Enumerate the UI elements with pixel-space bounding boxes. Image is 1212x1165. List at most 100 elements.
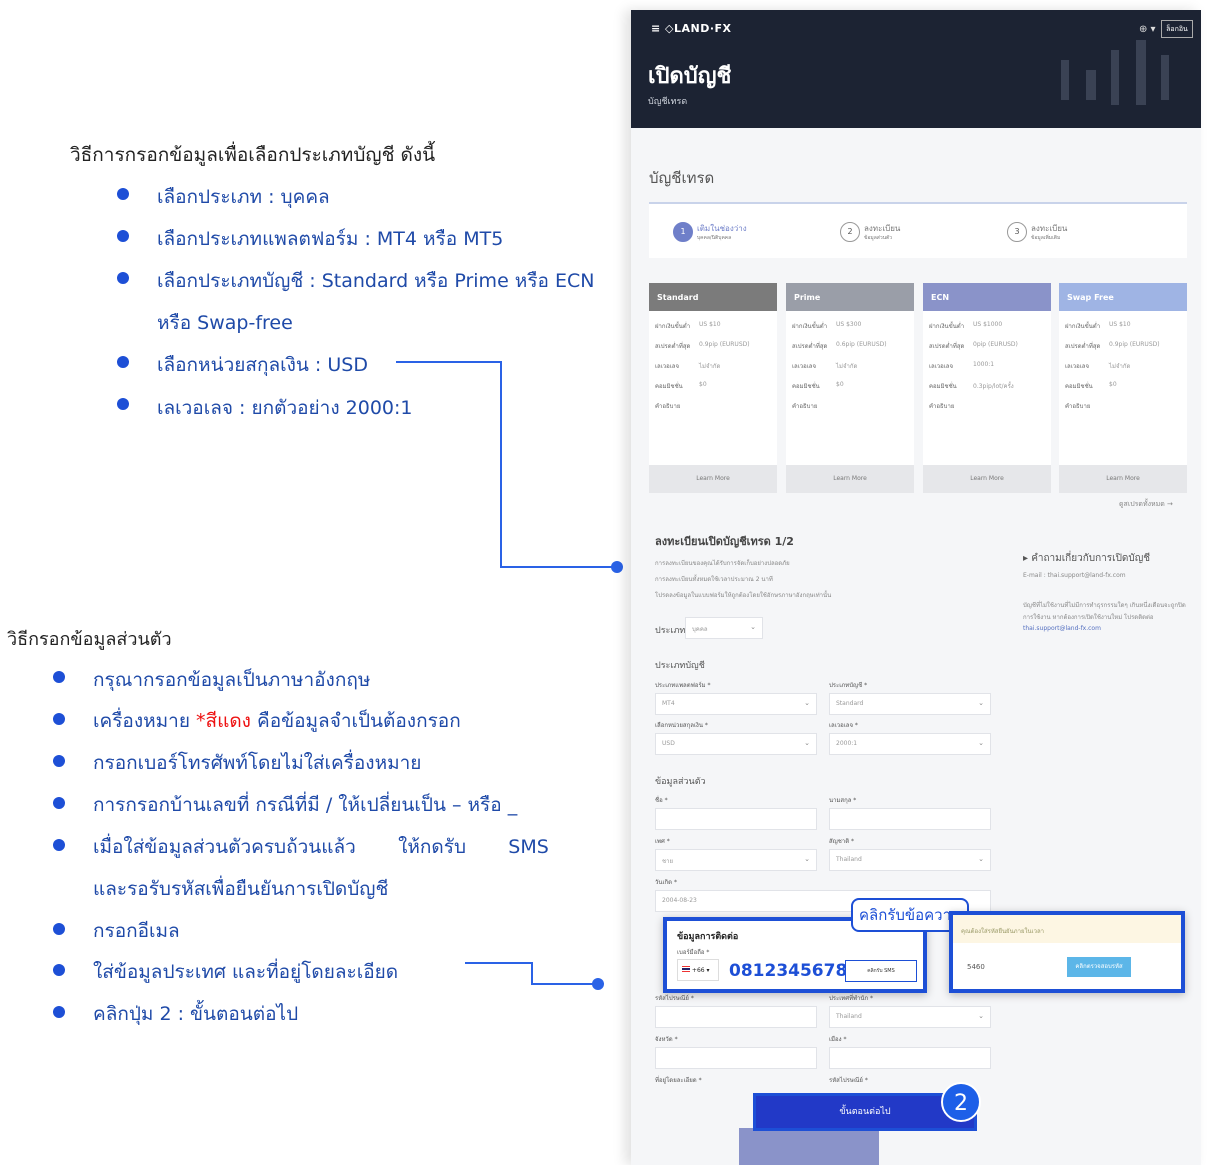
account-row-label: สเปรดต่ำที่สุด	[655, 343, 691, 350]
account-row-value: US $1000	[973, 321, 1003, 328]
bullet-dot	[53, 839, 65, 851]
bullet-dot	[53, 713, 65, 725]
field-label: วันเกิด *	[655, 879, 677, 886]
bullet-dot	[117, 398, 129, 410]
verification-popup: คุณต้องใส่รหัสยืนยันภายในเวลา 5460 คลิกต…	[949, 911, 1185, 993]
step-1-icon: 1	[673, 222, 693, 242]
account-row-value: 0.3pip/lot/ครั้ง	[973, 383, 1014, 390]
account-row-value: 0pip (EURUSD)	[973, 341, 1018, 348]
phone-input[interactable]: 0812345678	[729, 961, 847, 981]
country-select[interactable]: Thailand ⌄	[829, 1006, 991, 1028]
step-sublabel: ข้อมูลส่วนตัว	[864, 235, 893, 241]
field-label: เลเวอเลจ *	[829, 722, 858, 729]
faq-email[interactable]: E-mail : thai.support@land-fx.com	[1023, 572, 1126, 579]
account-row-label: ฝากเงินขั้นต่ำ	[1065, 323, 1101, 330]
section1-heading: วิธีการกรอกข้อมูลเพื่อเลือกประเภทบัญชี ด…	[70, 144, 436, 166]
account-row-value: $0	[699, 381, 707, 388]
account-card-title: Swap Free	[1059, 283, 1187, 311]
account-row-label: คำอธิบาย	[655, 403, 681, 410]
field-label: เบอร์มือถือ *	[677, 949, 710, 956]
learn-more-button[interactable]: Learn More	[649, 465, 777, 493]
account-row-value: 0.9pip (EURUSD)	[699, 341, 750, 348]
instruction-item: เลือกประเภทบัญชี : Standard หรือ Prime ห…	[157, 270, 595, 292]
personal-heading: ข้อมูลส่วนตัว	[655, 777, 706, 787]
sms-button[interactable]: คลิกรับ SMS	[845, 960, 917, 982]
learn-more-button[interactable]: Learn More	[786, 465, 914, 493]
section-title: บัญชีเทรด	[649, 169, 715, 187]
field-label: รหัสไปรษณีย์ *	[655, 995, 694, 1002]
thai-flag-icon	[682, 966, 690, 972]
instruction-item: เลเวอเลจ : ยกตัวอย่าง 2000:1	[157, 397, 413, 419]
compare-link[interactable]: ดูสเปรดทั้งหมด →	[1119, 499, 1173, 510]
bullet-dot	[53, 671, 65, 683]
field-label: เลือกหน่วยสกุลเงิน *	[655, 722, 708, 729]
bullet-dot	[53, 923, 65, 935]
red-asterisk-text: *สีแดง	[196, 710, 251, 732]
currency-select[interactable]: USD ⌄	[655, 733, 817, 755]
globe-icon[interactable]: ⊕ ▾	[1139, 24, 1156, 35]
registration-note: การลงทะเบียนของคุณได้รับการจัดเก็บอย่างป…	[655, 560, 790, 567]
field-label: สัญชาติ *	[829, 838, 855, 845]
instruction-text: คือข้อมูลจำเป็นต้องกรอก	[257, 710, 461, 732]
account-row-label: เลเวอเลจ	[1065, 363, 1089, 370]
bullet-dot	[117, 272, 129, 284]
lastname-input[interactable]	[829, 808, 991, 830]
account-card-title: Prime	[786, 283, 914, 311]
type-select[interactable]: บุคคล ⌄	[685, 617, 763, 639]
step-sublabel: บุคคล/นิติบุคคล	[697, 235, 732, 241]
instruction-item: เลือกประเภทแพลตฟอร์ม : MT4 หรือ MT5	[157, 228, 504, 250]
account-row-label: คำอธิบาย	[792, 403, 818, 410]
account-row-label: ฝากเงินขั้นต่ำ	[929, 323, 965, 330]
faq-note: บัญชีที่ไม่ใช้งานที่ไม่มีการทำธุรกรรมใดๆ…	[1023, 602, 1186, 621]
instruction-item: หรือ Swap-free	[157, 312, 293, 334]
account-card-prime[interactable]: Prime ฝากเงินขั้นต่ำ US $300 สเปรดต่ำที่ส…	[786, 283, 914, 493]
step-2-icon: 2	[840, 222, 860, 242]
account-row-label: ฝากเงินขั้นต่ำ	[655, 323, 691, 330]
verify-code-button[interactable]: คลิกตรวจสอบรหัส	[1067, 957, 1131, 977]
bullet-dot	[53, 1006, 65, 1018]
phone-code-select[interactable]: +66 ▾	[677, 959, 719, 981]
login-button[interactable]: ล็อกอิน	[1161, 20, 1193, 38]
account-row-value: $0	[836, 381, 844, 388]
field-label: นามสกุล *	[829, 797, 857, 804]
account-card-standard[interactable]: Standard ฝากเงินขั้นต่ำ US $10 สเปรดต่ำที…	[649, 283, 777, 493]
instruction-item: คลิกปุ่ม 2 : ขั้นตอนต่อไป	[93, 1003, 299, 1025]
header-bar: ≡ ◇LAND·FX ⊕ ▾ ล็อกอิน เปิดบัญชี บัญชีเท…	[631, 10, 1201, 128]
gender-select[interactable]: ชาย ⌄	[655, 849, 817, 871]
instruction-item: เครื่องหมาย *สีแดง คือข้อมูลจำเป็นต้องกร…	[93, 706, 461, 736]
verify-code-input[interactable]: 5460	[967, 963, 985, 971]
province-input[interactable]	[655, 1047, 817, 1069]
platform-select[interactable]: MT4 ⌄	[655, 693, 817, 715]
progress-steps: 1 เติมในช่องว่าง บุคคล/นิติบุคคล 2 ลงทะเ…	[649, 202, 1187, 258]
account-row-label: สเปรดต่ำที่สุด	[929, 343, 965, 350]
instruction-item: การกรอกบ้านเลขที่ กรณีที่มี / ให้เปลี่ยน…	[93, 794, 518, 816]
step-3-icon: 3	[1007, 222, 1027, 242]
account-type-select[interactable]: Standard ⌄	[829, 693, 991, 715]
step-sublabel: ข้อมูลเพิ่มเติม	[1031, 235, 1061, 241]
field-label: ประเภทบัญชี *	[829, 682, 868, 689]
bullet-dot	[117, 188, 129, 200]
land-fx-logo[interactable]: ≡ ◇LAND·FX	[651, 22, 732, 35]
learn-more-button[interactable]: Learn More	[1059, 465, 1187, 493]
account-row-label: เลเวอเลจ	[929, 363, 953, 370]
bullet-dot	[53, 797, 65, 809]
account-row-label: คำอธิบาย	[1065, 403, 1091, 410]
faq-email-link[interactable]: thai.support@land-fx.com	[1023, 625, 1101, 632]
account-card-title: Standard	[649, 283, 777, 311]
learn-more-button[interactable]: Learn More	[923, 465, 1051, 493]
instruction-item: เมื่อใส่ข้อมูลส่วนตัวครบถ้วนแล้ว ให้กดรั…	[93, 836, 549, 858]
leverage-select[interactable]: 2000:1 ⌄	[829, 733, 991, 755]
firstname-input[interactable]	[655, 808, 817, 830]
field-label: เมือง *	[829, 1036, 847, 1043]
contact-title: ข้อมูลการติดต่อ	[677, 932, 739, 942]
nationality-select[interactable]: Thailand ⌄	[829, 849, 991, 871]
account-card-ecn[interactable]: ECN ฝากเงินขั้นต่ำ US $1000 สเปรดต่ำที่สุ…	[923, 283, 1051, 493]
account-row-value: US $300	[836, 321, 862, 328]
instruction-item: กรอกเบอร์โทรศัพท์โดยไม่ใส่เครื่องหมาย	[93, 752, 422, 774]
section2-heading: วิธีกรอกข้อมูลส่วนตัว	[7, 629, 172, 650]
account-card-swap-free[interactable]: Swap Free ฝากเงินขั้นต่ำ US $10 สเปรดต่ำท…	[1059, 283, 1187, 493]
zipcode-input[interactable]	[655, 1006, 817, 1028]
city-input[interactable]	[829, 1047, 991, 1069]
account-row-value: 0.9pip (EURUSD)	[1109, 341, 1160, 348]
instruction-item: เลือกหน่วยสกุลเงิน : USD	[157, 354, 368, 376]
